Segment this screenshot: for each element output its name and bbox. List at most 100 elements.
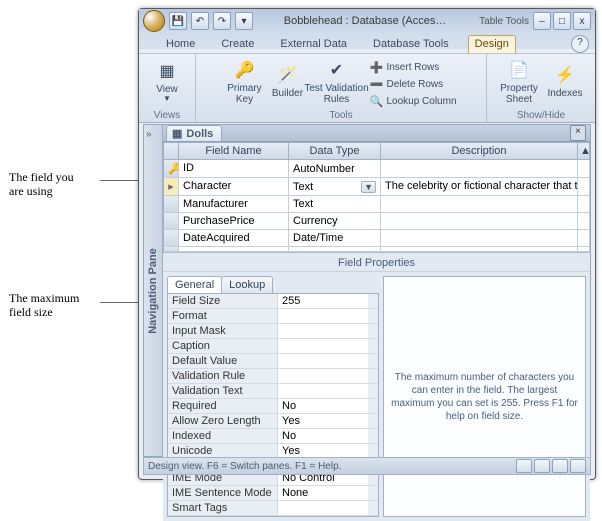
scroll-track[interactable]	[578, 178, 590, 196]
data-type-cell[interactable]: Date/Time	[289, 230, 381, 247]
property-value[interactable]	[278, 354, 368, 368]
property-row[interactable]: Allow Zero LengthYes	[168, 414, 378, 429]
tab-design[interactable]: Design	[468, 35, 516, 53]
help-icon[interactable]: ?	[571, 35, 589, 53]
property-row[interactable]: Format	[168, 309, 378, 324]
property-value[interactable]: No	[278, 399, 368, 413]
property-value[interactable]	[278, 324, 368, 338]
property-value[interactable]	[278, 369, 368, 383]
property-row[interactable]: Validation Text	[168, 384, 378, 399]
tab-home[interactable]: Home	[159, 35, 202, 53]
primary-key-button[interactable]: 🔑 Primary Key	[222, 57, 266, 107]
scroll-track[interactable]	[368, 309, 378, 323]
scroll-track[interactable]	[578, 213, 590, 230]
datasheet-view-icon[interactable]	[516, 459, 532, 473]
tab-general[interactable]: General	[167, 276, 222, 293]
property-row[interactable]: RequiredNo	[168, 399, 378, 414]
test-validation-button[interactable]: ✔ Test Validation Rules	[308, 57, 364, 107]
property-row[interactable]: Validation Rule	[168, 369, 378, 384]
dropdown-icon[interactable]: ▼	[361, 181, 376, 193]
table-row[interactable]: ManufacturerText	[163, 196, 590, 213]
delete-rows-button[interactable]: ➖Delete Rows	[366, 76, 459, 92]
property-value[interactable]	[278, 309, 368, 323]
property-value[interactable]: 255	[278, 294, 368, 308]
pivot-chart-view-icon[interactable]	[552, 459, 568, 473]
scroll-track[interactable]	[368, 414, 378, 428]
navigation-pane[interactable]: » Navigation Pane	[144, 125, 163, 456]
scroll-track[interactable]	[368, 501, 378, 515]
scroll-up-icon[interactable]: ▲	[578, 142, 590, 160]
tab-database-tools[interactable]: Database Tools	[366, 35, 456, 53]
col-header-field-name[interactable]: Field Name	[179, 142, 289, 160]
property-value[interactable]: Yes	[278, 414, 368, 428]
scroll-track[interactable]	[368, 384, 378, 398]
scroll-track[interactable]	[368, 369, 378, 383]
description-cell[interactable]	[381, 230, 578, 247]
description-cell[interactable]	[381, 196, 578, 213]
minimize-button[interactable]: –	[533, 12, 551, 30]
close-button[interactable]: x	[573, 12, 591, 30]
scroll-track[interactable]	[368, 294, 378, 308]
table-row[interactable]: ▸CharacterText▼The celebrity or fictiona…	[163, 178, 590, 196]
property-sheet-button[interactable]: 📄 Property Sheet	[496, 57, 542, 107]
redo-icon[interactable]: ↷	[213, 12, 231, 30]
scroll-track[interactable]	[368, 354, 378, 368]
field-name-cell[interactable]: Manufacturer	[179, 196, 289, 213]
tab-lookup[interactable]: Lookup	[221, 276, 273, 293]
scroll-track[interactable]	[368, 339, 378, 353]
row-selector[interactable]: ▸	[163, 178, 179, 196]
save-icon[interactable]: 💾	[169, 12, 187, 30]
field-name-cell[interactable]: Character	[179, 178, 289, 196]
data-type-cell[interactable]: AutoNumber	[289, 160, 381, 178]
table-row[interactable]: PurchasePriceCurrency	[163, 213, 590, 230]
scroll-track[interactable]	[578, 196, 590, 213]
data-type-cell[interactable]: Currency	[289, 213, 381, 230]
pivot-table-view-icon[interactable]	[534, 459, 550, 473]
scroll-track[interactable]	[368, 399, 378, 413]
data-type-cell[interactable]: Text	[289, 196, 381, 213]
property-row[interactable]: IME Sentence ModeNone	[168, 486, 378, 501]
office-button[interactable]	[143, 10, 165, 32]
table-row[interactable]: 🔑IDAutoNumber	[163, 160, 590, 178]
close-tab-button[interactable]: ×	[570, 125, 586, 141]
scroll-track[interactable]	[368, 429, 378, 443]
chevron-right-icon[interactable]: »	[146, 129, 152, 140]
property-row[interactable]: Smart Tags	[168, 501, 378, 516]
row-selector[interactable]	[163, 230, 179, 247]
table-tab-dolls[interactable]: ▦ Dolls	[166, 125, 222, 141]
row-selector[interactable]	[163, 213, 179, 230]
qat-more-icon[interactable]: ▾	[235, 12, 253, 30]
tab-create[interactable]: Create	[214, 35, 261, 53]
row-selector[interactable]: 🔑	[163, 160, 179, 178]
description-cell[interactable]	[381, 213, 578, 230]
field-name-cell[interactable]: ID	[179, 160, 289, 178]
scroll-track[interactable]	[368, 324, 378, 338]
property-row[interactable]: Field Size255	[168, 294, 378, 309]
property-row[interactable]: Default Value	[168, 354, 378, 369]
description-cell[interactable]	[381, 160, 578, 178]
row-selector[interactable]	[163, 196, 179, 213]
insert-rows-button[interactable]: ➕Insert Rows	[366, 59, 459, 75]
property-value[interactable]	[278, 501, 368, 515]
property-row[interactable]: Input Mask	[168, 324, 378, 339]
property-row[interactable]: IndexedNo	[168, 429, 378, 444]
lookup-column-button[interactable]: 🔍Lookup Column	[366, 93, 459, 109]
property-row[interactable]: Caption	[168, 339, 378, 354]
undo-icon[interactable]: ↶	[191, 12, 209, 30]
table-row[interactable]: DateAcquiredDate/Time	[163, 230, 590, 247]
property-value[interactable]	[278, 384, 368, 398]
view-button[interactable]: ▦ View ▼	[147, 57, 187, 107]
col-header-description[interactable]: Description	[381, 142, 578, 160]
scroll-track[interactable]	[578, 160, 590, 178]
maximize-button[interactable]: □	[553, 12, 571, 30]
builder-button[interactable]: 🪄 Builder	[268, 57, 306, 107]
property-value[interactable]: No	[278, 429, 368, 443]
field-name-cell[interactable]: DateAcquired	[179, 230, 289, 247]
indexes-button[interactable]: ⚡ Indexes	[544, 57, 586, 107]
scroll-track[interactable]	[578, 230, 590, 247]
property-value[interactable]: None	[278, 486, 368, 500]
description-cell[interactable]: The celebrity or fictional character tha…	[381, 178, 578, 196]
tab-external-data[interactable]: External Data	[273, 35, 354, 53]
design-view-icon[interactable]	[570, 459, 586, 473]
col-header-data-type[interactable]: Data Type	[289, 142, 381, 160]
